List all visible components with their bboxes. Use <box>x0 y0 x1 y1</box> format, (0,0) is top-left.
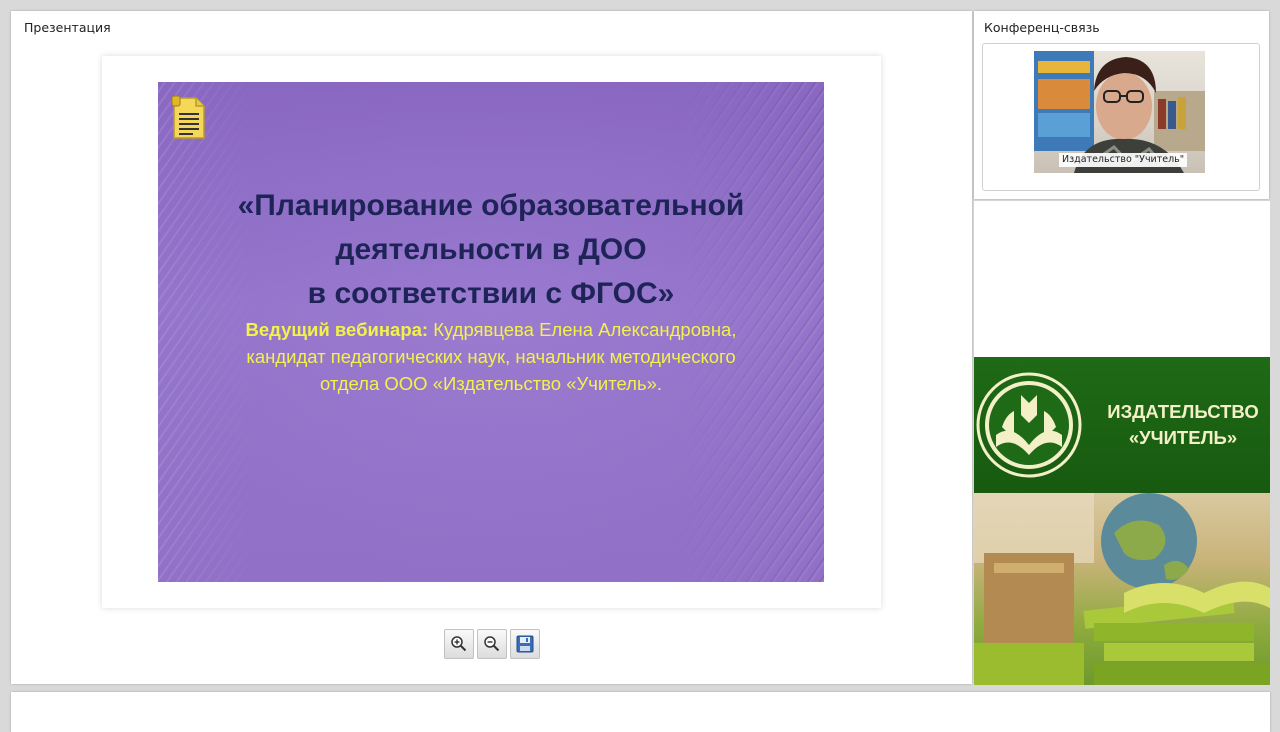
banner-title-line: ИЗДАТЕЛЬСТВО <box>1107 401 1259 422</box>
banner-header: ИЗДАТЕЛЬСТВО «УЧИТЕЛЬ» <box>974 357 1270 493</box>
slide-heading-line: «Планирование образовательной <box>237 189 745 222</box>
conference-panel-title: Конференц-связь <box>984 20 1100 35</box>
zoom-in-icon <box>451 636 467 652</box>
presenter-organization: отдела ООО «Издательство «Учитель». <box>319 373 663 394</box>
video-feed[interactable]: Издательство "Учитель" <box>1034 51 1205 173</box>
zoom-out-button[interactable] <box>477 629 507 659</box>
zoom-in-button[interactable] <box>444 629 474 659</box>
slide-heading-line: деятельности в ДОО <box>335 233 647 266</box>
zoom-out-icon <box>484 636 500 652</box>
presenter-name: Кудрявцева Елена Александровна, <box>428 319 737 340</box>
publisher-logo-icon <box>976 372 1082 478</box>
slide: «Планирование образовательной деятельнос… <box>158 82 824 582</box>
books-globe-image <box>974 493 1270 685</box>
slide-heading-line: в соответствии с ФГОС» <box>307 277 675 310</box>
publisher-banner[interactable]: ИЗДАТЕЛЬСТВО «УЧИТЕЛЬ» <box>974 357 1270 685</box>
presentation-panel: Презентация «Планирование образовательно… <box>11 11 972 684</box>
presenter-label: Ведущий вебинара: <box>245 319 429 340</box>
presentation-panel-title: Презентация <box>24 20 111 35</box>
banner-title: ИЗДАТЕЛЬСТВО «УЧИТЕЛЬ» <box>1100 399 1266 451</box>
save-icon <box>516 635 534 653</box>
document-icon <box>171 95 205 139</box>
save-button[interactable] <box>510 629 540 659</box>
video-caption: Издательство "Учитель" <box>1059 153 1188 167</box>
presenter-title: кандидат педагогических наук, начальник … <box>246 346 736 367</box>
slide-presenter-info: Ведущий вебинара: Кудрявцева Елена Алекс… <box>158 316 824 397</box>
slide-frame: «Планирование образовательной деятельнос… <box>102 56 881 608</box>
bottom-panel <box>11 692 1270 732</box>
banner-image <box>974 493 1270 685</box>
sidebar-spacer <box>974 201 1270 357</box>
video-container: Издательство "Учитель" <box>982 43 1260 191</box>
conference-panel: Конференц-связь Издательство "Учитель" <box>974 11 1269 199</box>
banner-title-line: «УЧИТЕЛЬ» <box>1128 427 1238 448</box>
slide-heading: «Планирование образовательной деятельнос… <box>158 184 824 316</box>
